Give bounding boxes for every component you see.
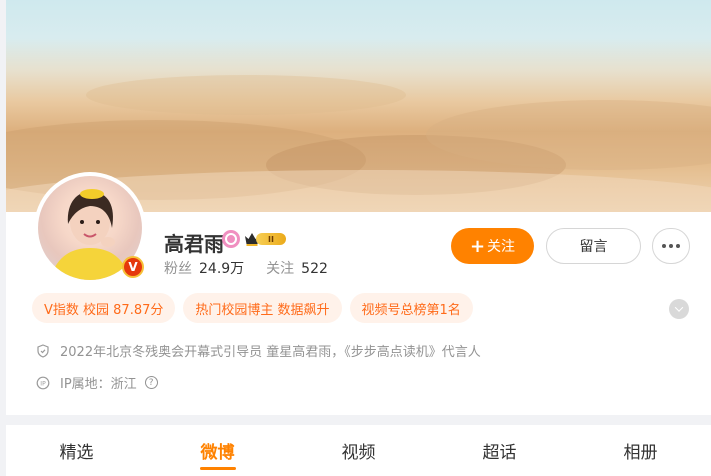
tab-album[interactable]: 相册 [570,425,711,476]
tab-bar: 精选 微博 视频 超话 相册 [6,425,711,476]
plus-icon: + [469,235,486,257]
tag-video-rank[interactable]: 视频号总榜第1名 [349,293,473,323]
message-label: 留言 [579,239,608,255]
follow-button[interactable]: + 关注 [451,228,534,264]
tab-super-topic[interactable]: 超话 [429,425,570,476]
following-label: 关注 [266,261,295,277]
question-icon[interactable]: ? [144,376,158,389]
tag-hot-blogger[interactable]: 热门校园博主 数据飙升 [183,293,342,323]
tab-featured[interactable]: 精选 [6,425,147,476]
tag-v-index[interactable]: V指数 校园 87.87分 [32,293,176,323]
section-divider [6,415,711,425]
following-count: 522 [301,261,328,277]
bio-row: 2022年北京冬残奥会开幕式引导员 童星高君雨，《步步高点读机》代言人 [36,341,481,360]
followers-label: 粉丝 [164,261,192,277]
ip-text: IP属地：浙江 [60,377,137,392]
bio-text: 2022年北京冬残奥会开幕式引导员 童星高君雨，《步步高点读机》代言人 [60,345,481,360]
ip-row: IP IP属地：浙江 ? [36,373,158,392]
followers-count: 24.9万 [199,261,245,277]
shield-icon [37,343,49,358]
profile-card: V 高君雨 II 粉丝 24.9万 关注 522 + 关注 留言 V指数 校园 87… [6,0,711,476]
chevron-down-icon[interactable] [669,299,689,319]
level-badge[interactable]: II [244,231,288,247]
tab-weibo[interactable]: 微博 [147,425,288,476]
stats-row: 粉丝 24.9万 关注 522 [164,258,328,278]
user-name: 高君雨 [164,232,224,256]
follow-label: 关注 [487,239,516,255]
tab-video[interactable]: 视频 [288,425,429,476]
ip-icon: IP [36,376,50,389]
followers-link[interactable]: 粉丝 24.9万 [164,258,244,278]
level-text: II [256,233,286,245]
verified-badge: V [122,256,144,278]
message-button[interactable]: 留言 [546,228,641,264]
pink-badge-icon[interactable] [222,230,240,248]
tag-list: V指数 校园 87.87分 热门校园博主 数据飙升 视频号总榜第1名 [32,293,473,323]
more-dots-icon[interactable] [652,228,690,264]
following-link[interactable]: 关注 522 [266,258,328,278]
svg-text:IP: IP [40,380,46,387]
